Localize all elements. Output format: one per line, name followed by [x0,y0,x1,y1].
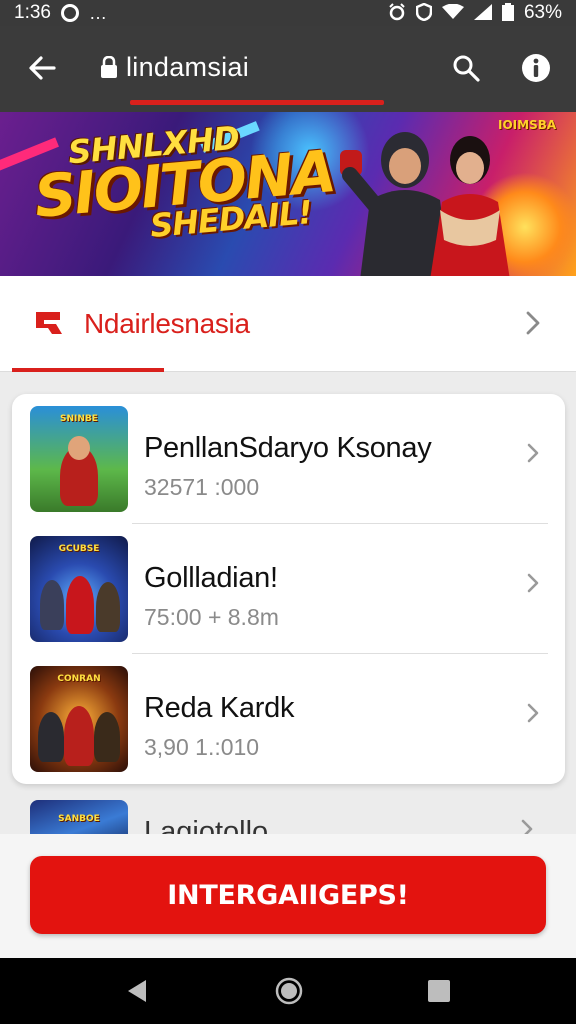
list-item-meta: 3,90 1.:010 [144,734,260,760]
back-arrow-icon[interactable] [22,48,62,88]
shield-icon [415,2,433,24]
thumbnail-head [68,436,90,460]
battery-level: 63% [523,2,562,23]
chevron-right-icon [520,698,546,728]
primary-action-button[interactable]: INTERGAIIGEPS! [30,856,546,934]
home-circle-icon[interactable] [274,976,304,1006]
lock-icon [100,55,118,78]
thumbnail-title: GCUBSE [58,544,100,554]
search-icon[interactable] [446,48,486,88]
list-item-title: Gollladian! [144,562,278,594]
thumbnail-character [38,712,64,762]
list-item-title: PenllanSdaryo Ksonay [144,432,432,464]
thumbnail-character [66,576,94,634]
system-nav-bar [0,958,576,1024]
thumbnail-character [94,712,120,762]
thumbnail-character [40,580,64,630]
battery-icon [501,2,514,24]
notification-icon [60,4,79,22]
game-thumbnail: CONRAN [30,666,128,772]
recents-square-icon[interactable] [428,980,450,1002]
title-underline [130,100,384,105]
wifi-icon [441,3,464,23]
alarm-icon [388,2,406,24]
app-toolbar: lindamsiai [0,26,576,112]
chevron-right-icon[interactable] [518,306,548,340]
chevron-right-icon [520,568,546,598]
list-item[interactable]: SNINBE PenllanSdaryo Ksonay 32571 :000 [12,394,565,524]
status-more: … [88,3,107,23]
brand-logo-icon [34,310,64,336]
game-thumbnail: GCUBSE [30,536,128,642]
list-item-partial[interactable]: SANBOE Lagiotollo [12,792,565,834]
back-triangle-icon[interactable] [122,976,152,1006]
list-item-title: Reda Kardk [144,692,295,724]
status-time: 1:36 [14,2,51,23]
banner-characters [340,132,510,276]
thumbnail-title: SNINBE [60,414,98,424]
game-thumbnail: SANBOE [30,800,128,834]
list-item-meta: 75:00 + 8.8m [144,604,279,630]
list-item-meta: 32571 :000 [144,474,260,500]
section-title: Ndairlesnasia [84,308,250,339]
section-underline [12,368,164,372]
chevron-right-icon [520,818,546,834]
chevron-right-icon [520,438,546,468]
page-title: lindamsiai [126,52,250,82]
signal-icon [473,3,492,23]
thumbnail-character [96,582,120,632]
banner-badge: IOIMSBA [498,118,557,132]
list-item-title: Lagiotollo [144,816,269,834]
thumbnail-title: CONRAN [57,674,101,684]
list-item[interactable]: GCUBSE Gollladian! 75:00 + 8.8m [12,524,565,654]
game-thumbnail: SNINBE [30,406,128,512]
list-item[interactable]: CONRAN Reda Kardk 3,90 1.:010 [12,654,565,784]
thumbnail-character [64,706,94,766]
status-bar: 1:36 … 63% [0,0,576,26]
section-header[interactable]: Ndairlesnasia [0,276,576,372]
game-list-card: SNINBE PenllanSdaryo Ksonay 32571 :000 G… [12,394,565,784]
info-icon[interactable] [516,48,556,88]
thumbnail-title: SANBOE [58,814,100,824]
